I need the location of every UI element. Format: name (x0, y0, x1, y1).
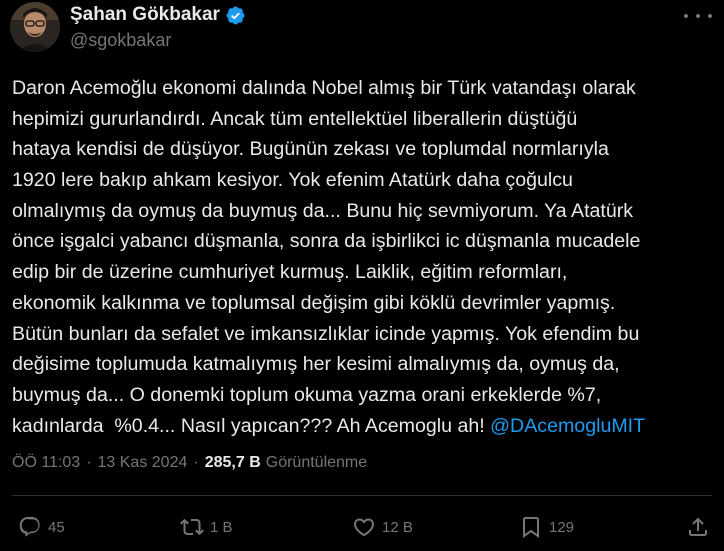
more-icon[interactable] (684, 6, 712, 26)
verified-badge-icon (225, 5, 246, 26)
share-icon (689, 517, 707, 536)
tweet-line-last: kadınlarda %0.4... Nasıl yapıcan??? Ah A… (12, 411, 712, 442)
views-count: 285,7 B (204, 454, 261, 471)
name-row: Şahan Gökbakar (70, 3, 246, 27)
tweet-line-text: kadınlarda %0.4... Nasıl yapıcan??? Ah A… (12, 414, 491, 437)
tweet-meta: ÖÖ 11:03 · 13 Kas 2024 · 285,7 B Görüntü… (12, 454, 367, 472)
views-label: Görüntülenme (265, 454, 368, 471)
tweet-line: 1920 lere bakıp ahkam kesiyor. Yok efeni… (12, 169, 573, 192)
retweet-button[interactable]: 1 B (180, 510, 233, 544)
share-button[interactable] (686, 510, 710, 544)
retweet-icon (180, 518, 204, 536)
tweet-line: hataya kendisi de düşüyor. Bugünün zekas… (12, 138, 609, 161)
bookmark-button[interactable]: 129 (519, 510, 574, 544)
avatar-image (10, 2, 60, 52)
tweet-date[interactable]: 13 Kas 2024 (98, 454, 188, 472)
tweet-line: ekonomik kalkınma ve toplumsal değişim g… (12, 291, 616, 314)
reply-icon (19, 517, 40, 537)
handle[interactable]: @sgokbakar (70, 30, 171, 51)
tweet-line: önce işgalci yabancı düşmanla, sonra da … (12, 230, 641, 253)
action-bar: 45 1 B 12 B 129 (0, 510, 724, 544)
tweet-line: buymuş da... O donemki toplum okuma yazm… (12, 383, 602, 406)
bookmark-icon (523, 517, 539, 538)
tweet-line: edip bir de üzerine cumhuriyet kurmuş. L… (12, 261, 568, 284)
divider (12, 495, 712, 496)
reply-button[interactable]: 45 (18, 510, 65, 544)
meta-separator: · (86, 454, 92, 471)
tweet-line: Daron Acemoğlu ekonomi dalında Nobel alm… (12, 77, 636, 99)
avatar[interactable] (10, 2, 60, 52)
bookmark-count: 129 (549, 518, 575, 536)
display-name[interactable]: Şahan Gökbakar (70, 4, 220, 26)
retweet-count: 1 B (210, 518, 233, 536)
like-button[interactable]: 12 B (352, 510, 413, 544)
heart-icon (353, 518, 375, 537)
tweet-line: hepimizi gururlandırdı. Ancak tüm entell… (12, 107, 578, 130)
tweet-time[interactable]: ÖÖ 11:03 (12, 454, 80, 472)
tweet-text: Daron Acemoğlu ekonomi dalında Nobel alm… (12, 73, 712, 441)
tweet-line: olmalıymış da oymuş da buymuş da... Bunu… (12, 199, 634, 222)
reply-count: 45 (48, 518, 65, 536)
tweet-line: değisime toplumuda katmalıymış her kesim… (12, 353, 620, 376)
tweet: Şahan Gökbakar @sgokbakar Daron Acemoğlu… (0, 0, 724, 551)
meta-separator: · (193, 454, 199, 471)
like-count: 12 B (382, 518, 413, 536)
mention-link[interactable]: @DAcemogluMIT (490, 415, 645, 437)
tweet-line: Bütün bunları da sefalet ve imkansızlıkl… (12, 322, 640, 345)
